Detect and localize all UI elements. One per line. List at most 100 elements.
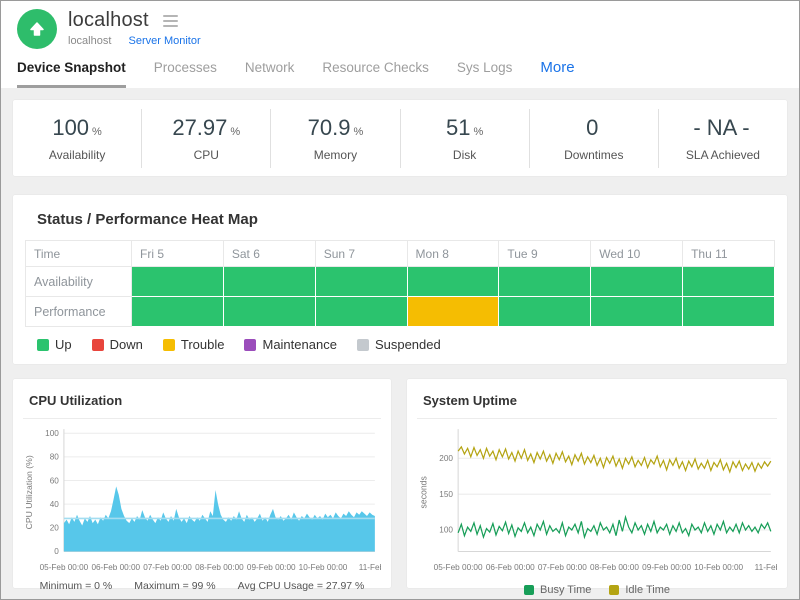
stat-availability: 100% Availability	[13, 109, 141, 168]
svg-text:08-Feb 00:00: 08-Feb 00:00	[590, 563, 639, 572]
tab-more[interactable]: More	[540, 59, 574, 86]
svg-text:11-Feb 0: 11-Feb 0	[755, 563, 777, 572]
heatmap-cell[interactable]	[683, 297, 775, 327]
heatmap-cell[interactable]	[683, 267, 775, 297]
heatmap-col-wed10: Wed 10	[591, 241, 683, 267]
stat-sla: - NA - SLA Achieved	[658, 109, 787, 168]
cpu-average: Avg CPU Usage = 27.97 %	[238, 580, 365, 592]
heatmap-cell[interactable]	[223, 297, 315, 327]
heatmap-cell[interactable]	[591, 297, 683, 327]
breadcrumb: localhost Server Monitor	[68, 35, 201, 47]
up-arrow-icon	[27, 19, 47, 39]
cpu-minimum: Minimum = 0 %	[40, 580, 113, 592]
svg-text:0: 0	[54, 547, 59, 556]
tab-device-snapshot[interactable]: Device Snapshot	[17, 60, 126, 88]
heatmap-row-label: Performance	[26, 297, 132, 327]
heatmap-col-sat6: Sat 6	[223, 241, 315, 267]
svg-text:150: 150	[439, 490, 453, 499]
svg-text:CPU Utilization (%): CPU Utilization (%)	[24, 455, 34, 529]
heatmap-col-time: Time	[26, 241, 132, 267]
tab-network[interactable]: Network	[245, 60, 295, 85]
heatmap-col-tue9: Tue 9	[499, 241, 591, 267]
legend-trouble: Trouble	[163, 337, 225, 352]
svg-text:09-Feb 00:00: 09-Feb 00:00	[247, 563, 296, 572]
heatmap-card: Status / Performance Heat Map Time Fri 5…	[13, 195, 787, 364]
stat-memory: 70.9% Memory	[270, 109, 399, 168]
cpu-chart-title: CPU Utilization	[23, 391, 381, 419]
tab-resource-checks[interactable]: Resource Checks	[322, 60, 429, 85]
legend-maintenance: Maintenance	[244, 337, 336, 352]
svg-text:05-Feb 00:00: 05-Feb 00:00	[40, 563, 89, 572]
memory-label: Memory	[271, 148, 399, 162]
cpu-value: 27.97	[172, 115, 227, 140]
stat-downtimes: 0 Downtimes	[529, 109, 658, 168]
sla-value: - NA -	[693, 115, 749, 140]
summary-stats: 100% Availability 27.97% CPU 70.9% Memor…	[13, 100, 787, 176]
availability-label: Availability	[13, 148, 141, 162]
heatmap-cell[interactable]	[499, 267, 591, 297]
heatmap-col-mon8: Mon 8	[407, 241, 499, 267]
svg-text:20: 20	[50, 524, 60, 533]
legend-suspended: Suspended	[357, 337, 441, 352]
heatmap-col-sun7: Sun 7	[315, 241, 407, 267]
menu-icon[interactable]	[161, 10, 180, 32]
heatmap-cell[interactable]	[499, 297, 591, 327]
heatmap-table: Time Fri 5 Sat 6 Sun 7 Mon 8 Tue 9 Wed 1…	[25, 240, 775, 327]
svg-text:200: 200	[439, 454, 453, 463]
heatmap-cell[interactable]	[315, 297, 407, 327]
svg-text:seconds: seconds	[418, 476, 428, 509]
stat-cpu: 27.97% CPU	[141, 109, 270, 168]
uptime-legend: Busy Time Idle Time	[417, 584, 777, 596]
cpu-utilization-chart: 0 20 40 60 80 100 05-Feb 00:0006-Feb 00:0007-F…	[23, 423, 381, 578]
cpu-utilization-card: CPU Utilization 0 20 40 60 80 100 05-Feb 00:00…	[13, 379, 391, 588]
heatmap-row-label: Availability	[26, 267, 132, 297]
heatmap-cell[interactable]	[132, 267, 224, 297]
svg-text:07-Feb 00:00: 07-Feb 00:00	[143, 563, 192, 572]
cpu-chart-footer: Minimum = 0 % Maximum = 99 % Avg CPU Usa…	[23, 580, 381, 592]
svg-text:07-Feb 00:00: 07-Feb 00:00	[538, 563, 587, 572]
uptime-chart-title: System Uptime	[417, 391, 777, 419]
heatmap-cell[interactable]	[591, 267, 683, 297]
tab-processes[interactable]: Processes	[154, 60, 217, 85]
svg-text:09-Feb 00:00: 09-Feb 00:00	[642, 563, 691, 572]
cpu-label: CPU	[142, 148, 270, 162]
svg-text:08-Feb 00:00: 08-Feb 00:00	[195, 563, 244, 572]
svg-text:80: 80	[50, 453, 60, 462]
svg-text:60: 60	[50, 476, 60, 485]
heatmap-legend: Up Down Trouble Maintenance Suspended	[37, 337, 775, 352]
heatmap-cell[interactable]	[407, 297, 499, 327]
system-uptime-card: System Uptime 10015020005-Feb 00:0006-Fe…	[407, 379, 787, 588]
svg-text:100: 100	[45, 429, 59, 438]
svg-text:11-Feb 0: 11-Feb 0	[359, 563, 381, 572]
legend-down: Down	[92, 337, 143, 352]
disk-label: Disk	[401, 148, 529, 162]
system-uptime-chart: 10015020005-Feb 00:0006-Feb 00:0007-Feb …	[417, 423, 777, 578]
heatmap-cell[interactable]	[132, 297, 224, 327]
tab-bar: Device Snapshot Processes Network Resour…	[17, 59, 783, 88]
page-title: localhost	[68, 9, 149, 32]
tab-sys-logs[interactable]: Sys Logs	[457, 60, 513, 85]
device-status-up-icon	[17, 9, 57, 49]
svg-text:10-Feb 00:00: 10-Feb 00:00	[299, 563, 348, 572]
svg-text:05-Feb 00:00: 05-Feb 00:00	[434, 563, 483, 572]
heatmap-cell[interactable]	[407, 267, 499, 297]
downtimes-label: Downtimes	[530, 148, 658, 162]
legend-busy-time: Busy Time	[524, 584, 591, 596]
svg-text:06-Feb 00:00: 06-Feb 00:00	[91, 563, 140, 572]
svg-text:06-Feb 00:00: 06-Feb 00:00	[486, 563, 535, 572]
heatmap-cell[interactable]	[223, 267, 315, 297]
legend-idle-time: Idle Time	[609, 584, 670, 596]
heatmap-cell[interactable]	[315, 267, 407, 297]
heatmap-row: Availability	[26, 267, 775, 297]
breadcrumb-device: localhost	[68, 35, 111, 47]
heatmap-header-row: Time Fri 5 Sat 6 Sun 7 Mon 8 Tue 9 Wed 1…	[26, 241, 775, 267]
header: localhost localhost Server Monitor Devic…	[1, 1, 799, 88]
svg-text:40: 40	[50, 500, 60, 509]
legend-up: Up	[37, 337, 72, 352]
breadcrumb-category-link[interactable]: Server Monitor	[128, 35, 200, 47]
memory-value: 70.9	[308, 115, 351, 140]
svg-text:10-Feb 00:00: 10-Feb 00:00	[694, 563, 743, 572]
disk-value: 51	[446, 115, 470, 140]
availability-value: 100	[52, 115, 89, 140]
sla-label: SLA Achieved	[659, 148, 787, 162]
